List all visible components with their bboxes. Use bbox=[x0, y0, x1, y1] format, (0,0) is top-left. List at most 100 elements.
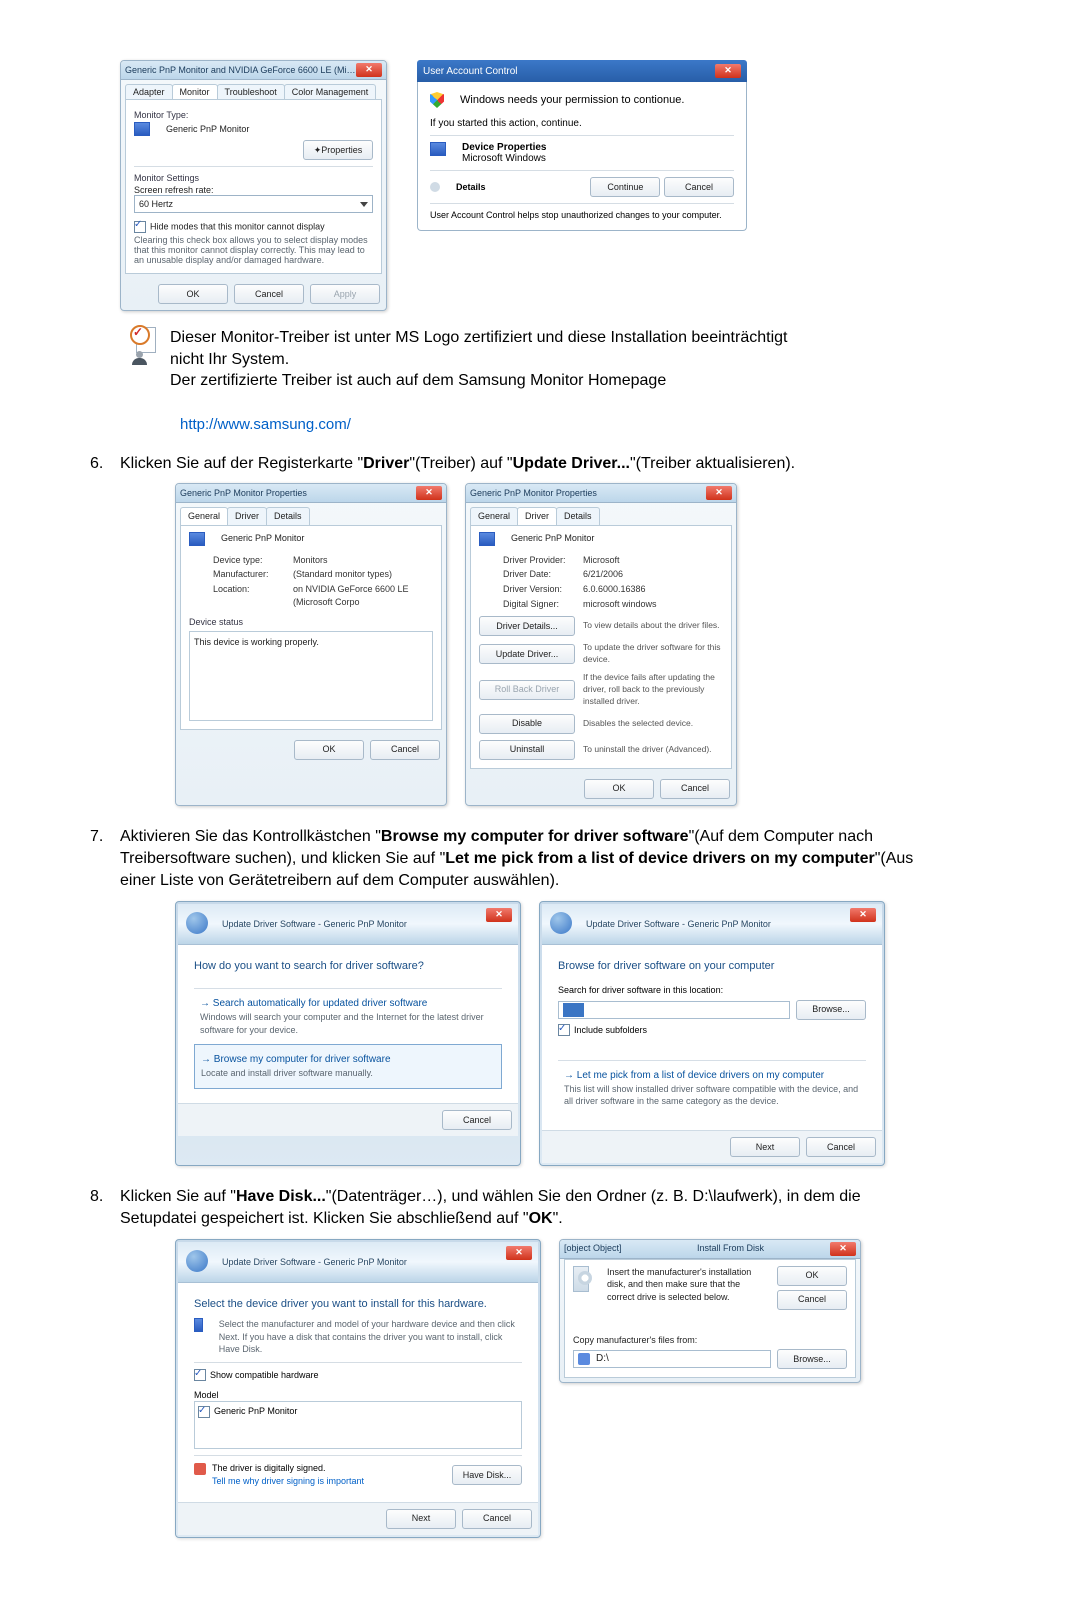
cancel-button[interactable]: Cancel bbox=[370, 740, 440, 760]
monitor-type-heading: Monitor Type: bbox=[134, 110, 373, 120]
value: (Standard monitor types) bbox=[293, 568, 433, 581]
properties-button[interactable]: ✦ Properties bbox=[303, 140, 373, 160]
model-heading: Model bbox=[194, 1389, 522, 1402]
hide-modes-checkbox[interactable] bbox=[134, 221, 146, 233]
label: Driver Version: bbox=[503, 583, 583, 596]
ok-button[interactable]: OK bbox=[294, 740, 364, 760]
path-select[interactable]: D:\ bbox=[573, 1350, 771, 1368]
uac-sub: If you started this action, continue. bbox=[430, 118, 734, 129]
breadcrumb: Update Driver Software - Generic PnP Mon… bbox=[222, 918, 407, 931]
apply-button[interactable]: Apply bbox=[310, 284, 380, 304]
cancel-button[interactable]: Cancel bbox=[777, 1290, 847, 1310]
cancel-button[interactable]: Cancel bbox=[806, 1137, 876, 1157]
close-icon[interactable]: ✕ bbox=[850, 908, 876, 922]
driver-details-button[interactable]: Driver Details... bbox=[479, 616, 575, 636]
close-icon[interactable]: ✕ bbox=[416, 486, 442, 500]
cancel-button[interactable]: Cancel bbox=[442, 1110, 512, 1130]
browse-button[interactable]: Browse... bbox=[777, 1349, 847, 1369]
option-search-auto[interactable]: → Search automatically for updated drive… bbox=[194, 988, 502, 1044]
tab-driver[interactable]: Driver bbox=[227, 507, 267, 525]
monitor-icon bbox=[479, 532, 495, 546]
wizard-search-driver: Update Driver Software - Generic PnP Mon… bbox=[175, 901, 521, 1166]
tab-details[interactable]: Details bbox=[556, 507, 600, 525]
signing-info-link[interactable]: Tell me why driver signing is important bbox=[212, 1475, 364, 1488]
option-browse-computer[interactable]: → Browse my computer for driver software… bbox=[194, 1044, 502, 1089]
hide-modes-label: Hide modes that this monitor cannot disp… bbox=[150, 222, 325, 232]
uac-headline: Windows needs your permission to contion… bbox=[460, 94, 684, 106]
dialog-title: Install From Disk bbox=[697, 1242, 830, 1255]
wizard-sub: Select the manufacturer and model of you… bbox=[219, 1318, 522, 1356]
dialog-title: Generic PnP Monitor Properties bbox=[180, 487, 416, 500]
tab-color[interactable]: Color Management bbox=[284, 84, 377, 99]
back-button[interactable] bbox=[186, 912, 208, 934]
disable-button[interactable]: Disable bbox=[479, 714, 575, 734]
ok-button[interactable]: OK bbox=[777, 1266, 847, 1286]
close-icon[interactable]: ✕ bbox=[830, 1242, 856, 1256]
cert-note: Dieser Monitor-Treiber ist unter MS Logo… bbox=[170, 327, 810, 392]
option-let-me-pick[interactable]: → Let me pick from a list of device driv… bbox=[558, 1060, 866, 1116]
device-name: Generic PnP Monitor bbox=[221, 532, 304, 545]
details-toggle[interactable]: Details bbox=[456, 182, 486, 192]
label: Digital Signer: bbox=[503, 598, 583, 611]
samsung-url[interactable]: http://www.samsung.com/ bbox=[180, 416, 351, 433]
close-icon[interactable]: ✕ bbox=[715, 64, 741, 78]
close-icon[interactable]: ✕ bbox=[506, 1246, 532, 1260]
monitor-icon bbox=[134, 122, 150, 136]
breadcrumb: Update Driver Software - Generic PnP Mon… bbox=[222, 1256, 407, 1269]
caption: To view details about the driver files. bbox=[583, 620, 720, 632]
device-status-box[interactable]: This device is working properly. bbox=[189, 631, 433, 721]
uninstall-button[interactable]: Uninstall bbox=[479, 740, 575, 760]
model-checkbox[interactable] bbox=[198, 1406, 210, 1418]
next-button[interactable]: Next bbox=[386, 1509, 456, 1529]
cancel-button[interactable]: Cancel bbox=[462, 1509, 532, 1529]
tab-details[interactable]: Details bbox=[266, 507, 310, 525]
caption: To uninstall the driver (Advanced). bbox=[583, 744, 712, 756]
drive-icon bbox=[578, 1353, 590, 1365]
close-icon[interactable]: ✕ bbox=[706, 486, 732, 500]
monitor-icon bbox=[430, 142, 446, 156]
signed-label: The driver is digitally signed. bbox=[212, 1463, 326, 1473]
cancel-button[interactable]: Cancel bbox=[234, 284, 304, 304]
close-icon[interactable]: ✕ bbox=[356, 63, 382, 77]
update-driver-button[interactable]: Update Driver... bbox=[479, 644, 575, 664]
monitor-icon bbox=[189, 532, 205, 546]
label: Location: bbox=[213, 583, 293, 608]
cancel-button[interactable]: Cancel bbox=[660, 779, 730, 799]
close-icon[interactable]: ✕ bbox=[486, 908, 512, 922]
value: Microsoft bbox=[583, 554, 723, 567]
have-disk-button[interactable]: Have Disk... bbox=[452, 1465, 522, 1485]
back-button[interactable] bbox=[550, 912, 572, 934]
browse-button[interactable]: Browse... bbox=[796, 1000, 866, 1020]
monitor-icon bbox=[194, 1318, 203, 1332]
chevron-down-icon[interactable] bbox=[430, 182, 440, 192]
device-status-heading: Device status bbox=[189, 616, 433, 629]
tab-troubleshoot[interactable]: Troubleshoot bbox=[217, 84, 285, 99]
cancel-button[interactable]: Cancel bbox=[664, 177, 734, 197]
step-8: Klicken Sie auf "Have Disk..."(Datenträg… bbox=[90, 1186, 930, 1538]
tab-driver[interactable]: Driver bbox=[517, 507, 557, 525]
tab-general[interactable]: General bbox=[180, 507, 228, 525]
ok-button[interactable]: OK bbox=[584, 779, 654, 799]
path-value: D:\ bbox=[596, 1353, 609, 1364]
roll-back-driver-button[interactable]: Roll Back Driver bbox=[479, 680, 575, 700]
wizard-browse-location: Update Driver Software - Generic PnP Mon… bbox=[539, 901, 885, 1166]
include-subfolders-checkbox[interactable] bbox=[558, 1024, 570, 1036]
location-select[interactable] bbox=[558, 1001, 790, 1019]
refresh-rate-select[interactable]: 60 Hertz bbox=[134, 195, 373, 213]
continue-button[interactable]: Continue bbox=[590, 177, 660, 197]
tab-adapter[interactable]: Adapter bbox=[125, 84, 173, 99]
step-6: Klicken Sie auf der Registerkarte "Drive… bbox=[90, 453, 930, 806]
tab-monitor[interactable]: Monitor bbox=[172, 84, 218, 99]
dialog-title: [object Object] bbox=[564, 1242, 697, 1255]
list-item[interactable]: Generic PnP Monitor bbox=[214, 1406, 297, 1416]
label: Device type: bbox=[213, 554, 293, 567]
show-compatible-checkbox[interactable] bbox=[194, 1369, 206, 1381]
monitor-settings-heading: Monitor Settings bbox=[134, 173, 373, 183]
ok-button[interactable]: OK bbox=[158, 284, 228, 304]
next-button[interactable]: Next bbox=[730, 1137, 800, 1157]
include-subfolders-label: Include subfolders bbox=[574, 1025, 647, 1035]
model-listbox[interactable]: Generic PnP Monitor bbox=[194, 1401, 522, 1449]
tab-general[interactable]: General bbox=[470, 507, 518, 525]
back-button[interactable] bbox=[186, 1250, 208, 1272]
show-compatible-label: Show compatible hardware bbox=[210, 1370, 319, 1380]
